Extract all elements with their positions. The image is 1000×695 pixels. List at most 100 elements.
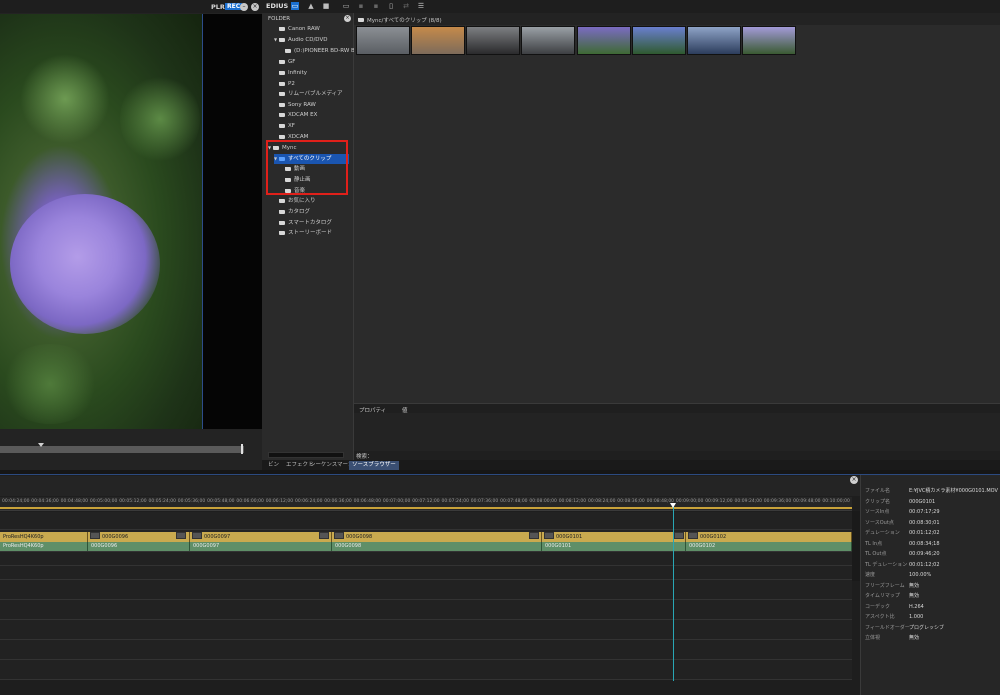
ruler-tick-label: 00:08:24;00 (588, 499, 616, 504)
audio-clip[interactable]: 000G0098 (332, 542, 542, 551)
timeline-close-icon[interactable]: × (850, 476, 858, 484)
video-letterbox (203, 14, 262, 429)
clip-thumbnail[interactable] (632, 26, 686, 55)
folder-icon (279, 198, 285, 203)
add-bin-icon[interactable]: ▪ (357, 2, 365, 10)
track-row (0, 600, 852, 620)
view-mode-icon[interactable]: ■ (322, 2, 330, 10)
clip-thumbnail-icon (90, 532, 100, 539)
timeline-cursor[interactable] (673, 506, 674, 681)
folder-tree-item[interactable]: スマートカタログ (274, 218, 332, 228)
folder-tree-item[interactable]: P2 (274, 79, 295, 89)
player-scrub-bar[interactable] (0, 446, 244, 453)
info-key: フリーズフレーム (865, 582, 905, 589)
display-icon[interactable]: ▯ (387, 2, 395, 10)
clip-thumbnail[interactable] (411, 26, 465, 55)
video-clip[interactable]: 000G0096 (88, 532, 190, 542)
clip-end-thumbnail-icon (529, 532, 539, 539)
folder-tree-item[interactable]: ▼ Audio CD/DVD (274, 35, 327, 45)
folder-tree-item[interactable]: GF (274, 57, 295, 67)
clip-thumbnail[interactable] (577, 26, 631, 55)
video-preview (0, 14, 203, 429)
info-key: TL Out点 (865, 551, 887, 557)
browser-path-bar: Mync/すべてのクリップ (8/8) (354, 13, 1000, 25)
ruler-tick-label: 00:05:00;00 (89, 499, 118, 504)
clip-thumbnail[interactable] (687, 26, 741, 55)
ruler-tick-label: 00:07:48;00 (500, 499, 528, 504)
ruler-tick-label: 00:08:00;00 (529, 499, 557, 504)
info-key: ソースOut点 (865, 519, 894, 526)
playhead-handle-icon[interactable] (670, 503, 676, 508)
clip-thumbnail-icon (544, 532, 554, 539)
info-row: ソースIn点 00:07:17;29 (865, 507, 940, 517)
close-icon[interactable]: × (251, 3, 259, 11)
folder-tree-item[interactable]: XF (274, 121, 295, 131)
ruler-tick-label: 00:05:48;00 (207, 499, 235, 504)
video-clip[interactable]: 000G0097 (190, 532, 332, 542)
folder-scrollbar[interactable] (268, 452, 344, 458)
folder-icon (279, 123, 285, 128)
ruler-tick-label: 00:06:00;00 (236, 499, 264, 504)
folder-tree-label: P2 (288, 81, 295, 87)
ruler-tick-label: 00:04:36;00 (31, 499, 59, 504)
up-arrow-icon[interactable]: ▲ (307, 2, 315, 10)
transfer-icon[interactable]: ⇄ (402, 2, 410, 10)
clip-thumbnail[interactable] (356, 26, 410, 55)
folder-tree-item[interactable]: カタログ (274, 207, 310, 217)
folder-tree-label: お気に入り (288, 198, 316, 204)
folder-tree-label: XDCAM EX (288, 112, 318, 118)
folder-tree-item[interactable]: リムーバブルメディア (274, 89, 343, 99)
folder-icon (279, 230, 285, 235)
panel-tab[interactable]: ビン (265, 461, 282, 470)
info-row: ファイル名 E:¥JVC積カメラ素材¥000G0101.MOV (865, 486, 998, 496)
clip-end-thumbnail-icon (176, 532, 186, 539)
clip-thumbnail[interactable] (521, 26, 575, 55)
info-row: TL In点 00:08:34;18 (865, 539, 940, 549)
folder-tree-item[interactable]: Canon RAW (274, 24, 320, 34)
folder-icon (279, 134, 285, 139)
search-label: 検索： (356, 454, 373, 460)
ruler-tick-label: 00:05:24;00 (148, 499, 176, 504)
folder-tree-label: (D:)PIONEER BD-RW BDR (294, 48, 363, 54)
info-row: 立体視 無効 (865, 633, 919, 643)
folder-icon (279, 59, 285, 64)
info-key: デュレーション (865, 530, 900, 536)
window-icon[interactable]: ▭ (342, 2, 350, 10)
folder-tree-item[interactable]: お気に入り (274, 196, 316, 206)
audio-clip[interactable]: ProResHQ4K60p (0, 542, 88, 551)
minimize-icon[interactable]: – (240, 3, 248, 11)
ruler-tick-label: 00:09:12;00 (705, 499, 733, 504)
audio-clip[interactable]: 000G0101 (542, 542, 686, 551)
folder-tree-item[interactable]: (D:)PIONEER BD-RW BDR (280, 46, 363, 56)
ruler-tick-label: 00:06:48;00 (353, 499, 382, 504)
properties-header: プロパティ 値 (354, 403, 1000, 414)
audio-clip[interactable]: 000G0102 (686, 542, 852, 551)
folder-tree-item[interactable]: XDCAM EX (274, 110, 317, 120)
video-clip[interactable]: ProResHQ4K60p (0, 532, 88, 542)
track-row (0, 660, 852, 680)
video-clip[interactable]: 000G0101 (542, 532, 686, 542)
audio-clip[interactable]: 000G0096 (88, 542, 190, 551)
list-icon[interactable]: ☰ (417, 2, 425, 10)
folder-tree-item[interactable]: Infinity (274, 68, 307, 78)
info-row: TL Out点 00:09:46;20 (865, 549, 940, 559)
video-clip[interactable]: 000G0102 (686, 532, 852, 542)
clip-end-thumbnail-icon (674, 532, 684, 539)
video-clip[interactable]: 000G0098 (332, 532, 542, 542)
timeline-vertical-scrollbar[interactable] (852, 511, 860, 581)
scrub-handle-icon[interactable] (38, 443, 44, 447)
plr-mode-button[interactable]: PLR (211, 3, 225, 11)
clip-thumbnail[interactable] (742, 26, 796, 55)
add-timeline-icon[interactable]: ▪ (372, 2, 380, 10)
folder-close-icon[interactable]: × (344, 15, 351, 22)
folder-tree-item[interactable]: Sony RAW (274, 100, 316, 110)
track-row (0, 580, 852, 600)
ruler-tick-label: 00:09:36;00 (763, 499, 792, 504)
folder-tree-item[interactable]: ストーリーボード (274, 228, 332, 238)
clip-thumbnail[interactable] (466, 26, 520, 55)
panel-tab[interactable]: ソースブラウザー (349, 461, 399, 470)
audio-clip[interactable]: 000G0097 (190, 542, 332, 551)
folder-icon[interactable]: ▭ (291, 2, 299, 10)
search-bar[interactable]: 検索： (354, 451, 1000, 460)
folder-icon (279, 91, 285, 96)
